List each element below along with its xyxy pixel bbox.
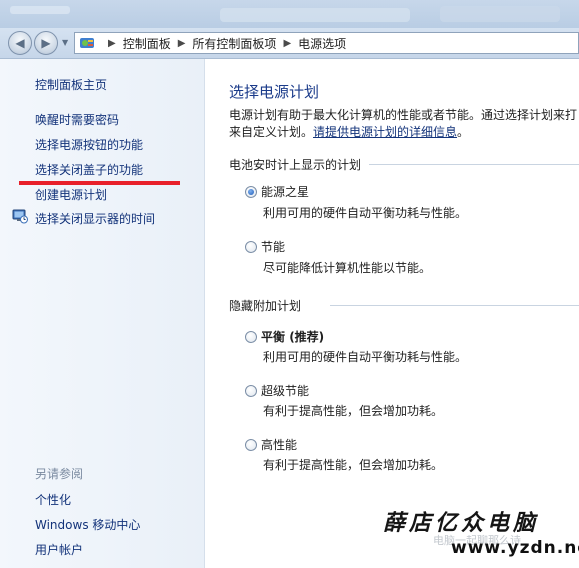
control-panel-home-link[interactable]: 控制面板主页 <box>35 76 107 93</box>
create-power-plan-link[interactable]: 创建电源计划 <box>35 186 107 203</box>
plan-energy-star-desc: 利用可用的硬件自动平衡功耗与性能。 <box>263 206 468 220</box>
titlebar-blur <box>440 6 560 22</box>
page-description: 电源计划有助于最大化计算机的性能或者节能。通过选择计划来打 来自定义计划。请提供… <box>229 107 579 141</box>
lid-close-function-link[interactable]: 选择关闭盖子的功能 <box>35 161 143 178</box>
section-divider <box>330 305 579 306</box>
breadcrumb-separator: ▶ <box>177 37 186 49</box>
plan-details-link[interactable]: 请提供电源计划的详细信息 <box>313 125 457 139</box>
breadcrumb-all-items[interactable]: 所有控制面板项 <box>192 35 276 52</box>
plan-ultimate-saver-desc: 有利于提高性能，但会增加功耗。 <box>263 404 444 418</box>
see-also-heading: 另请参阅 <box>35 467 84 481</box>
description-line-1: 电源计划有助于最大化计算机的性能或者节能。通过选择计划来打 <box>229 108 578 122</box>
plan-power-saver-desc: 尽可能降低计算机性能以节能。 <box>263 261 432 275</box>
recent-pages-dropdown[interactable]: ▼ <box>62 38 70 47</box>
left-task-pane: 控制面板主页 唤醒时需要密码 选择电源按钮的功能 选择关闭盖子的功能 创建电源计… <box>0 59 205 568</box>
plan-ultimate-saver-radio[interactable] <box>245 385 257 397</box>
description-suffix: 。 <box>457 125 470 139</box>
titlebar-blur <box>220 8 410 22</box>
monitor-clock-icon <box>12 209 28 224</box>
plan-balanced-title: 平衡 <box>261 330 286 344</box>
red-highlight-underline <box>19 181 180 185</box>
watermark-title: 薛店亿众电脑 <box>383 510 540 536</box>
breadcrumb-separator: ▶ <box>283 37 292 49</box>
plan-recommended-tag: (推荐) <box>285 330 325 344</box>
plan-energy-star-radio[interactable] <box>245 186 257 198</box>
navigation-bar: ◀ ▶ ▼ ▶ 控制面板 ▶ 所有控制面板项 ▶ 电源选项 <box>0 28 579 59</box>
plan-power-saver-name[interactable]: 节能 <box>261 238 285 255</box>
address-bar[interactable]: ▶ 控制面板 ▶ 所有控制面板项 ▶ 电源选项 <box>74 32 579 54</box>
plan-balanced-desc: 利用可用的硬件自动平衡功耗与性能。 <box>263 350 468 364</box>
watermark-url: www.yzdn.net <box>451 538 579 558</box>
plan-balanced-radio[interactable] <box>245 331 257 343</box>
description-line-2: 来自定义计划。请提供电源计划的详细信息。 <box>229 124 579 141</box>
plan-high-performance-radio[interactable] <box>245 439 257 451</box>
battery-plans-heading: 电池安时计上显示的计划 <box>229 158 362 172</box>
plan-ultimate-saver-name[interactable]: 超级节能 <box>261 382 309 399</box>
user-accounts-link[interactable]: 用户帐户 <box>35 541 83 558</box>
titlebar-blur <box>10 6 70 14</box>
window-titlebar <box>0 0 579 28</box>
breadcrumb-separator: ▶ <box>108 37 116 49</box>
page-title: 选择电源计划 <box>229 83 320 101</box>
plan-energy-star-name[interactable]: 能源之星 <box>261 183 309 200</box>
plan-high-performance-desc: 有利于提高性能，但会增加功耗。 <box>263 458 444 472</box>
plan-power-saver-radio[interactable] <box>245 241 257 253</box>
plan-balanced-name[interactable]: 平衡 (推荐) <box>261 328 324 345</box>
section-divider <box>369 164 579 165</box>
forward-button[interactable]: ▶ <box>34 31 58 55</box>
power-button-function-link[interactable]: 选择电源按钮的功能 <box>35 136 143 153</box>
control-panel-icon <box>80 38 94 48</box>
breadcrumb-power-options[interactable]: 电源选项 <box>298 35 346 52</box>
description-prefix: 来自定义计划。 <box>229 125 314 139</box>
personalization-link[interactable]: 个性化 <box>35 491 71 508</box>
display-off-time-link[interactable]: 选择关闭显示器的时间 <box>35 210 155 227</box>
hidden-plans-heading[interactable]: 隐藏附加计划 <box>229 297 301 314</box>
breadcrumb-control-panel[interactable]: 控制面板 <box>123 35 171 52</box>
back-button[interactable]: ◀ <box>8 31 32 55</box>
back-arrow-icon: ◀ <box>15 36 25 50</box>
forward-arrow-icon: ▶ <box>41 36 51 50</box>
mobility-center-link[interactable]: Windows 移动中心 <box>35 516 140 533</box>
plan-high-performance-name[interactable]: 高性能 <box>261 436 297 453</box>
main-content: 选择电源计划 电源计划有助于最大化计算机的性能或者节能。通过选择计划来打 来自定… <box>205 59 579 568</box>
require-password-link[interactable]: 唤醒时需要密码 <box>35 111 119 128</box>
